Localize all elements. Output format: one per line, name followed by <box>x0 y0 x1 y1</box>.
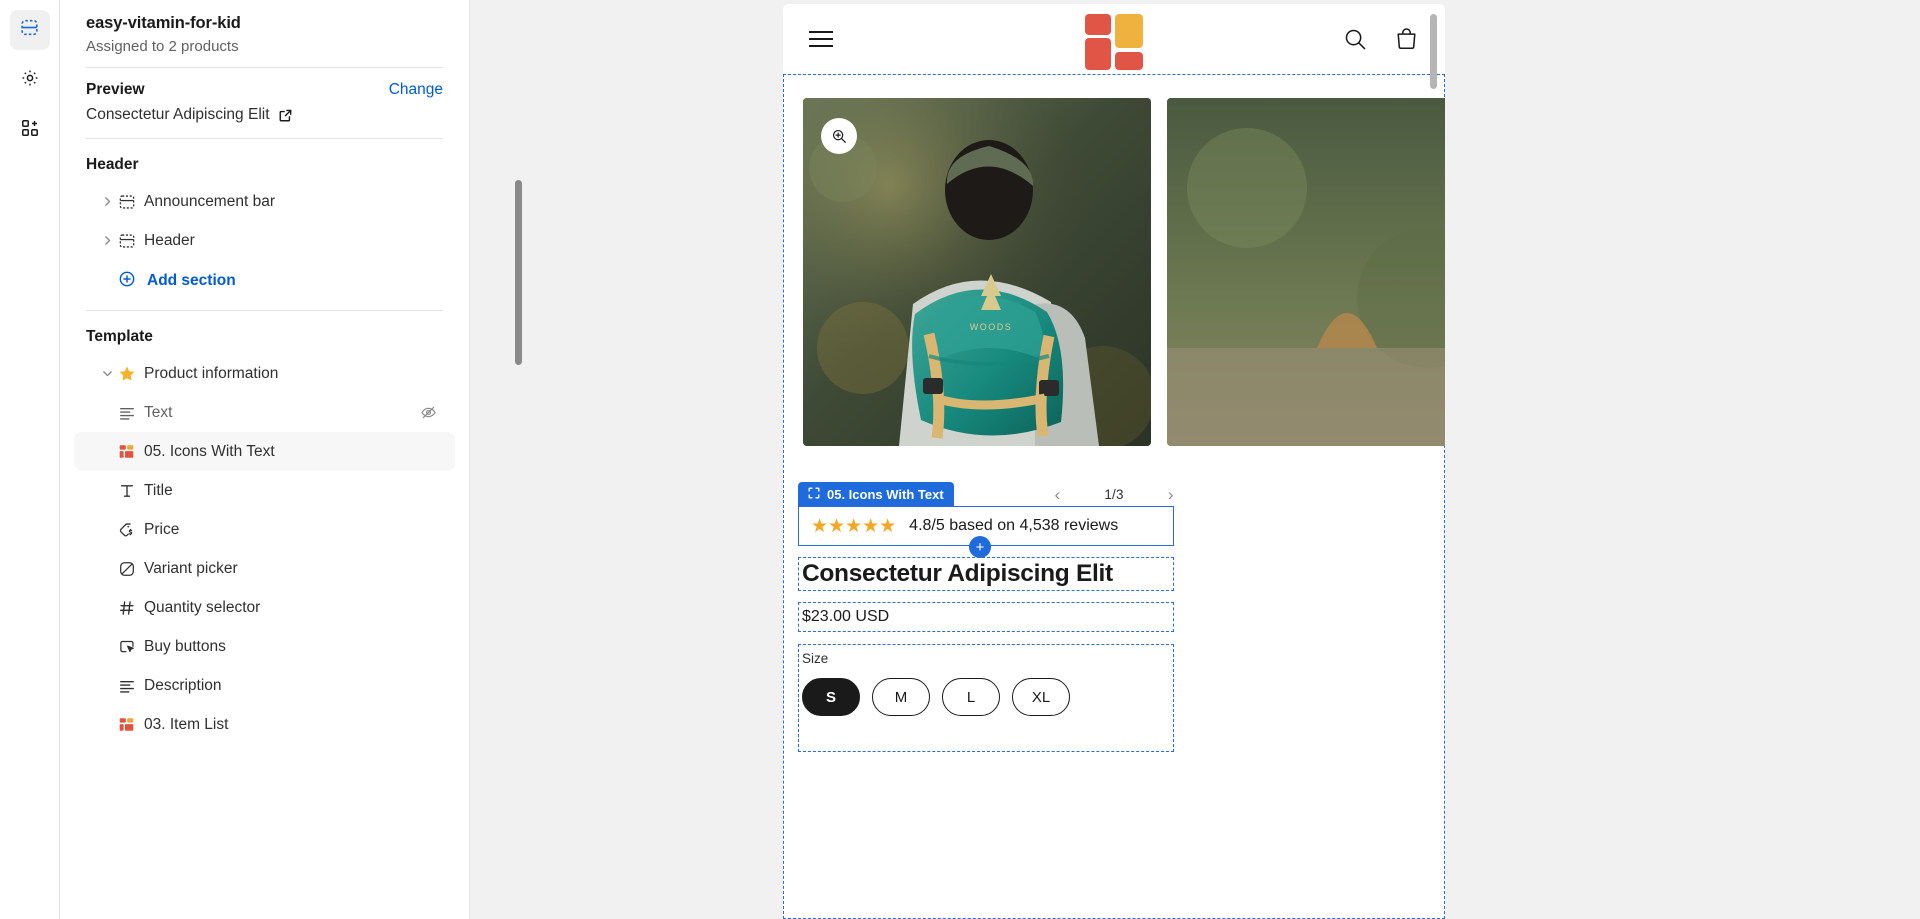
sidebar-block-label: Quantity selector <box>144 598 261 616</box>
sidebar-block-price[interactable]: Price <box>74 510 455 549</box>
assigned-products-label: Assigned to 2 products <box>86 38 239 55</box>
size-option-xl[interactable]: XL <box>1012 678 1070 716</box>
section-icon <box>118 193 144 211</box>
sections-sidebar: easy-vitamin-for-kid Assigned to 2 produ… <box>60 0 522 919</box>
size-option-l[interactable]: L <box>942 678 1000 716</box>
preview-scrollbar[interactable] <box>1430 14 1437 89</box>
rating-stars: ★★★★★ <box>811 515 897 537</box>
cursor-button-icon <box>118 638 144 656</box>
sidebar-block-description[interactable]: Description <box>74 666 455 705</box>
external-link-icon[interactable] <box>278 108 293 123</box>
sidebar-item-header[interactable]: Header <box>74 221 455 260</box>
gallery-image-1[interactable]: WOODS <box>803 98 1151 446</box>
chevron-left-icon[interactable]: ‹ <box>1046 486 1068 503</box>
product-title-block[interactable]: Consectetur Adipiscing Elit <box>798 557 1174 591</box>
preview-canvas: WOODS ‹ 1/3 › 05. Icons With Text ★★★★★ … <box>470 0 1920 919</box>
app-block-icon <box>118 443 144 460</box>
selected-block-badge[interactable]: 05. Icons With Text <box>798 482 954 506</box>
sidebar-block-title[interactable]: Title <box>74 471 455 510</box>
section-icon <box>118 232 144 250</box>
sections-icon <box>19 17 40 43</box>
header-actions <box>1343 27 1419 52</box>
svg-text:WOODS: WOODS <box>970 322 1013 332</box>
title-icon <box>118 482 144 500</box>
chevron-right-icon[interactable]: › <box>1160 486 1182 503</box>
star-icon <box>118 365 144 383</box>
text-icon <box>118 677 144 695</box>
chevron-down-icon[interactable] <box>96 367 118 380</box>
sidebar-block-label: 03. Item List <box>144 715 229 733</box>
variant-picker-block[interactable]: Size S M L XL <box>798 644 1174 752</box>
sidebar-block-label: 05. Icons With Text <box>144 442 275 460</box>
preview-product-name: Consectetur Adipiscing Elit <box>86 106 270 123</box>
sidebar-block-label: Text <box>144 403 173 421</box>
chevron-right-icon[interactable] <box>96 195 118 208</box>
sections-list: Header Announcement bar Header Add secti… <box>60 139 469 919</box>
sidebar-block-label: Buy buttons <box>144 637 226 655</box>
product-price-block[interactable]: $23.00 USD <box>798 602 1174 632</box>
template-group-title: Template <box>86 328 153 345</box>
header-group-title: Header <box>86 156 139 173</box>
sidebar-block-label: Title <box>144 481 173 499</box>
size-options: S M L XL <box>802 678 1173 716</box>
add-section-button[interactable]: Add section <box>74 260 455 302</box>
icon-rail <box>0 0 60 919</box>
size-label: Size <box>802 651 829 666</box>
sidebar-item-label: Product information <box>144 364 279 382</box>
product-price: $23.00 USD <box>802 608 890 625</box>
sidebar-block-icons-with-text[interactable]: 05. Icons With Text <box>74 432 455 471</box>
product-title: Consectetur Adipiscing Elit <box>802 560 1113 587</box>
rail-item-settings[interactable] <box>10 60 50 100</box>
store-header <box>783 4 1445 74</box>
sidebar-item-label: Header <box>144 231 195 249</box>
template-header: easy-vitamin-for-kid Assigned to 2 produ… <box>60 0 469 67</box>
gallery-image-2[interactable] <box>1167 98 1445 446</box>
preview-row: Preview Change Consectetur Adipiscing El… <box>60 68 469 138</box>
size-option-m[interactable]: M <box>872 678 930 716</box>
size-option-s[interactable]: S <box>802 678 860 716</box>
variant-icon <box>118 560 144 578</box>
sidebar-block-buy-buttons[interactable]: Buy buttons <box>74 627 455 666</box>
change-preview-button[interactable]: Change <box>389 81 443 99</box>
selected-block-badge-label: 05. Icons With Text <box>827 486 944 502</box>
add-section-label: Add section <box>147 272 236 289</box>
plus-circle-icon <box>118 270 136 293</box>
hash-icon <box>118 599 144 617</box>
sidebar-block-label: Price <box>144 520 180 538</box>
rail-item-apps[interactable] <box>10 110 50 150</box>
page-title: easy-vitamin-for-kid <box>86 14 241 32</box>
product-gallery: WOODS <box>783 74 1445 524</box>
text-icon <box>118 404 144 422</box>
search-icon[interactable] <box>1343 27 1368 52</box>
zoom-in-icon[interactable] <box>821 118 857 154</box>
gear-icon <box>20 68 40 93</box>
sidebar-item-label: Announcement bar <box>144 192 275 210</box>
chevron-right-icon[interactable] <box>96 234 118 247</box>
preview-label: Preview <box>86 81 145 98</box>
rail-item-sections[interactable] <box>9 10 50 50</box>
sidebar-block-text[interactable]: Text <box>74 393 455 432</box>
sidebar-block-quantity-selector[interactable]: Quantity selector <box>74 588 455 627</box>
sidebar-scrollbar[interactable] <box>515 180 522 365</box>
app-blocks-icon <box>20 118 40 143</box>
store-logo[interactable] <box>1085 14 1143 70</box>
hamburger-icon[interactable] <box>809 31 833 47</box>
hidden-eye-icon[interactable] <box>420 404 437 421</box>
sidebar-block-label: Variant picker <box>144 559 238 577</box>
sidebar-block-variant-picker[interactable]: Variant picker <box>74 549 455 588</box>
sidebar-block-item-list[interactable]: 03. Item List <box>74 705 455 744</box>
sidebar-item-announcement-bar[interactable]: Announcement bar <box>74 182 455 221</box>
block-frame-icon <box>808 487 820 502</box>
theme-editor: easy-vitamin-for-kid Assigned to 2 produ… <box>0 0 1920 919</box>
storefront-preview: WOODS ‹ 1/3 › 05. Icons With Text ★★★★★ … <box>783 4 1445 919</box>
shopping-bag-icon[interactable] <box>1394 27 1419 52</box>
add-block-button[interactable]: + <box>969 536 991 558</box>
rating-text: 4.8/5 based on 4,538 reviews <box>909 517 1119 534</box>
app-block-icon <box>118 716 144 733</box>
slide-counter: 1/3 <box>1104 486 1124 502</box>
sidebar-item-product-information[interactable]: Product information <box>74 354 455 393</box>
sidebar-block-label: Description <box>144 676 222 694</box>
price-tag-icon <box>118 521 144 539</box>
